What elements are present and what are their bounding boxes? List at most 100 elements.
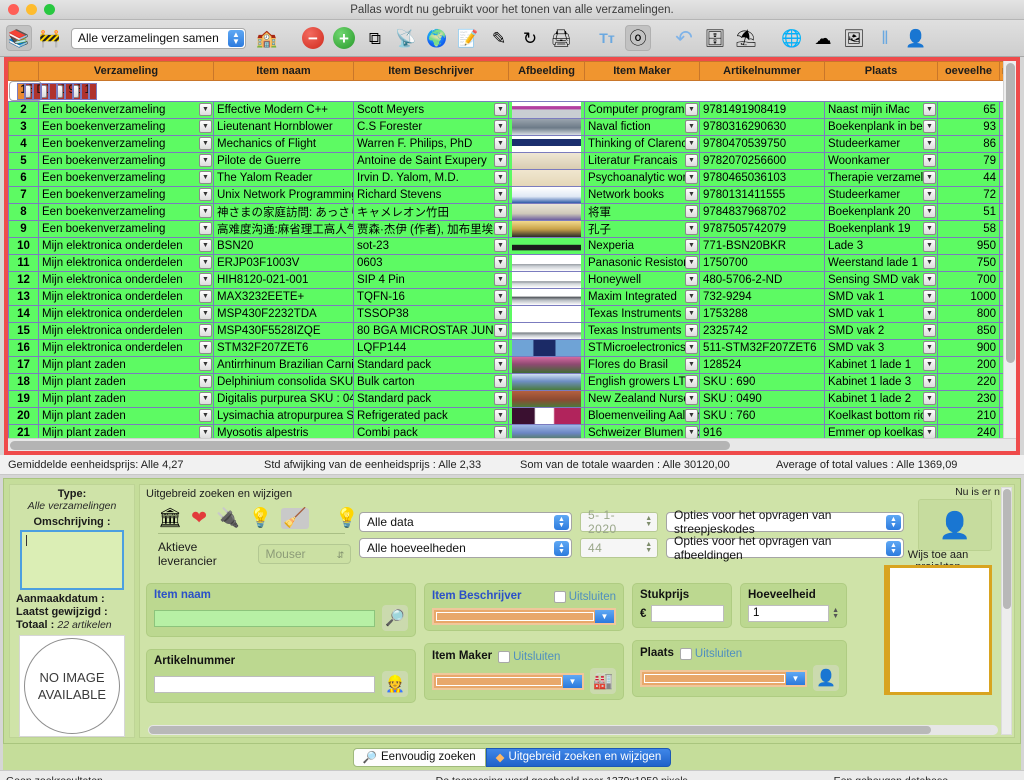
checkbox-icon[interactable]	[498, 650, 511, 663]
cell-plaats[interactable]: SMD vak 2 ▼	[824, 322, 938, 340]
cell-item-beschrijver[interactable]: Johann Wolfgang Goethe▼	[40, 82, 49, 100]
collection-select-value[interactable]: Alle verzamelingen samen	[71, 27, 246, 49]
cell-artikelnummer[interactable]: 9780470539750	[699, 135, 825, 153]
chevron-down-icon[interactable]: ▼	[923, 273, 936, 286]
cell-hoeveelheid[interactable]: 230	[937, 390, 1000, 408]
item-maker-combo[interactable]: ▼	[432, 672, 584, 690]
chevron-down-icon[interactable]: ▼	[685, 154, 698, 167]
refresh-icon[interactable]: ↻	[517, 25, 543, 51]
quantity-value-stepper[interactable]: 44 ▲ ▼	[580, 538, 658, 558]
chevron-down-icon[interactable]: ▼	[595, 610, 614, 623]
table-row[interactable]: 1Een boekenverzameling▼Die Leiden des Ju…	[8, 81, 97, 101]
cell-artikelnummer[interactable]: SKU : 0490	[699, 390, 825, 408]
chevron-down-icon[interactable]: ▼	[494, 103, 507, 116]
row-number-cell[interactable]: 13	[8, 288, 39, 306]
table-row[interactable]: 11 Mijn elektronica onderdelen ▼ ERJP03F100…	[8, 254, 1016, 272]
cell-item-beschrijver[interactable]: TQFN-16 ▼	[353, 288, 509, 306]
chevron-down-icon[interactable]: ▼	[923, 205, 936, 218]
cell-artikelnummer[interactable]: 9781484903087	[64, 82, 73, 100]
chevron-down-icon[interactable]: ▼	[494, 205, 507, 218]
cell-verzameling[interactable]: Een boekenverzameling▼	[38, 186, 214, 204]
cell-artikelnummer[interactable]: 1750700	[699, 254, 825, 272]
chevron-down-icon[interactable]: ▼	[25, 84, 31, 98]
row-number-cell[interactable]: 12	[8, 271, 39, 289]
chevron-down-icon[interactable]: ▼	[494, 137, 507, 150]
cell-afbeelding[interactable]	[508, 373, 585, 391]
cell-plaats[interactable]: Kabinet 1 lade 1 ▼	[824, 356, 938, 374]
search-mode-tabs[interactable]: 🔎 Eenvoudig zoeken ◆ Uitgebreid zoeken e…	[3, 744, 1021, 770]
cell-verzameling[interactable]: Een boekenverzameling▼	[24, 82, 33, 100]
chevron-down-icon[interactable]: ▼	[923, 256, 936, 269]
cell-verzameling[interactable]: Mijn plant zaden▼	[38, 356, 214, 374]
chevron-down-icon[interactable]: ▼	[685, 137, 698, 150]
chevron-down-icon[interactable]: ▼	[923, 222, 936, 235]
row-number-cell[interactable]: 16	[8, 339, 39, 357]
print-icon[interactable]: 🖨	[548, 25, 574, 51]
item-desc-combo[interactable]: ▼	[432, 608, 616, 625]
items-table-container[interactable]: Verzameling Item naam Item Beschrijver A…	[4, 57, 1020, 455]
table-row[interactable]: 18 Mijn plant zaden ▼ Delphinium consolida …	[8, 373, 1016, 391]
cell-afbeelding[interactable]	[508, 186, 585, 204]
chevron-down-icon[interactable]: ▼	[199, 392, 212, 405]
chevron-updown-icon[interactable]: ⇵	[333, 547, 348, 562]
chevron-down-icon[interactable]: ▼	[199, 239, 212, 252]
row-number-cell[interactable]: 2	[8, 101, 39, 119]
cell-item-beschrijver[interactable]: 贾森·杰伊 (作者), 加布里埃尔 ▼	[353, 220, 509, 238]
row-number-cell[interactable]: 3	[8, 118, 39, 136]
cell-verzameling[interactable]: Een boekenverzameling▼	[38, 203, 214, 221]
cell-item-maker[interactable]: Thinking of Clarence ▼	[584, 135, 700, 153]
cell-hoeveelheid[interactable]: 210	[937, 407, 1000, 425]
chevron-down-icon[interactable]: ▼	[199, 137, 212, 150]
lightbulb-gear-icon[interactable]: 💡	[249, 509, 273, 528]
cell-plaats[interactable]: Lade 3 ▼	[824, 237, 938, 255]
cell-verzameling[interactable]: Een boekenverzameling▼	[38, 220, 214, 238]
row-number-cell[interactable]: 9	[8, 220, 39, 238]
cell-hoeveelheid[interactable]: 850	[937, 322, 1000, 340]
cell-hoeveelheid[interactable]: 700	[937, 271, 1000, 289]
cell-plaats[interactable]: SMD vak 3 ▼	[824, 339, 938, 357]
chevron-down-icon[interactable]: ▼	[923, 154, 936, 167]
scroll-thumb[interactable]	[10, 441, 730, 450]
cell-item-naam[interactable]: Lieutenant Hornblower	[213, 118, 354, 136]
cell-plaats[interactable]: SMD vak 1 ▼	[824, 288, 938, 306]
cell-item-maker[interactable]: Texas Instruments ▼	[584, 305, 700, 323]
cell-plaats[interactable]: Therapie verzamelin ▼	[824, 169, 938, 187]
cell-plaats[interactable]: Kabinet 1 lade 2 ▼	[824, 390, 938, 408]
cell-verzameling[interactable]: Mijn plant zaden▼	[38, 407, 214, 425]
chevron-down-icon[interactable]: ▼	[685, 205, 698, 218]
row-number-cell[interactable]: 11	[8, 254, 39, 272]
cell-plaats[interactable]: Woonkamer ▼	[824, 152, 938, 170]
chevron-updown-icon[interactable]: ▲ ▼	[554, 541, 569, 556]
chevron-down-icon[interactable]: ▼	[73, 84, 79, 98]
row-number-cell[interactable]: 15	[8, 322, 39, 340]
chevron-down-icon[interactable]: ▼	[685, 120, 698, 133]
cell-item-naam[interactable]: Digitalis purpurea SKU : 0490	[213, 390, 354, 408]
chevron-down-icon[interactable]: ▼	[57, 84, 63, 98]
cell-item-maker[interactable]: Nexperia ▼	[584, 237, 700, 255]
place-input[interactable]	[644, 673, 785, 683]
cell-afbeelding[interactable]	[508, 271, 585, 289]
electronics-icon[interactable]: 🔌	[216, 509, 240, 528]
cell-plaats[interactable]: Sensing SMD vak ▼	[824, 271, 938, 289]
chevron-down-icon[interactable]: ▼	[494, 171, 507, 184]
cell-hoeveelheid[interactable]: 86	[937, 135, 1000, 153]
cell-artikelnummer[interactable]: 9780316290630	[699, 118, 825, 136]
cell-plaats[interactable]: Boekenplank in bed▼	[824, 118, 938, 136]
excavator-icon[interactable]: 🚧	[37, 25, 63, 51]
duplicate-record-icon[interactable]: ⧉	[362, 25, 388, 51]
cell-artikelnummer[interactable]: 2325742	[699, 322, 825, 340]
cell-hoeveelheid[interactable]: 44	[937, 169, 1000, 187]
person-tools-icon[interactable]: 🧹	[281, 507, 310, 529]
cell-item-naam[interactable]: HIH8120-021-001	[213, 271, 354, 289]
row-number-cell[interactable]: 18	[8, 373, 39, 391]
stepper-arrows-icon[interactable]: ▲ ▼	[643, 514, 655, 530]
cell-hoeveelheid[interactable]: 900	[937, 339, 1000, 357]
chevron-down-icon[interactable]: ▼	[494, 256, 507, 269]
active-supplier-select[interactable]: Mouser ⇵	[257, 544, 351, 564]
upload-cloud-icon[interactable]: ☁	[810, 25, 836, 51]
table-row[interactable]: 20 Mijn plant zaden ▼ Lysimachia atropurpur…	[8, 407, 1016, 425]
scroll-thumb[interactable]	[1006, 63, 1015, 363]
col-header-afbeelding[interactable]: Afbeelding	[508, 61, 585, 81]
cell-verzameling[interactable]: Een boekenverzameling▼	[38, 118, 214, 136]
description-textarea[interactable]	[20, 530, 124, 590]
